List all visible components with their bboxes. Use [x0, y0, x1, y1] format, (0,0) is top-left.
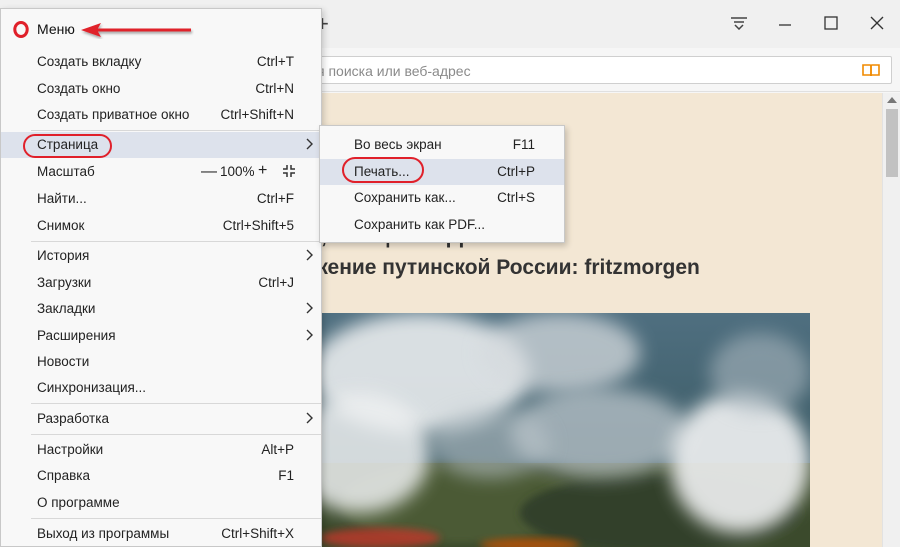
- chevron-right-icon: [306, 249, 313, 261]
- menu-item-shortcut: Ctrl+Shift+N: [220, 107, 294, 122]
- menu-item-label: Загрузки: [37, 275, 92, 290]
- menu-item-history[interactable]: История: [1, 243, 321, 269]
- scroll-up-arrow[interactable]: [887, 97, 897, 103]
- menu-item-find[interactable]: Найти... Ctrl+F: [1, 186, 321, 212]
- menu-item-help[interactable]: Справка F1: [1, 463, 321, 489]
- menu-item-label: Снимок: [37, 218, 85, 233]
- menu-item-label: Новости: [37, 354, 90, 369]
- menu-item-label: О программе: [37, 495, 120, 510]
- menu-item-about[interactable]: О программе: [1, 490, 321, 516]
- submenu-item-shortcut: Ctrl+P: [497, 164, 535, 179]
- menu-item-zoom[interactable]: Масштаб — 100% +: [1, 159, 321, 185]
- menu-item-shortcut: Ctrl+N: [255, 81, 294, 96]
- submenu-item-label: Печать...: [354, 164, 410, 179]
- address-input[interactable]: я поиска или веб-адрес: [300, 56, 892, 84]
- maximize-icon: [824, 16, 838, 30]
- menu-item-extensions[interactable]: Расширения: [1, 323, 321, 349]
- menu-item-exit[interactable]: Выход из программы Ctrl+Shift+X: [1, 521, 321, 547]
- zoom-level: 100%: [220, 164, 255, 179]
- zoom-in-button[interactable]: +: [258, 162, 267, 180]
- submenu-item-label: Сохранить как...: [354, 190, 456, 205]
- menu-item-label: Настройки: [37, 442, 104, 457]
- menu-separator: [31, 241, 321, 242]
- menu-item-news[interactable]: Новости: [1, 349, 321, 375]
- menu-item-sync[interactable]: Синхронизация...: [1, 375, 321, 401]
- menu-item-page[interactable]: Страница: [1, 132, 321, 158]
- minimize-button[interactable]: [765, 8, 805, 38]
- submenu-item-label: Сохранить как PDF...: [354, 217, 485, 232]
- submenu-item-shortcut: Ctrl+S: [497, 190, 535, 205]
- tabs-menu-button[interactable]: [719, 8, 759, 38]
- menu-item-settings[interactable]: Настройки Alt+P: [1, 437, 321, 463]
- menu-item-label: Создать окно: [37, 81, 121, 96]
- menu-item-new-tab[interactable]: Создать вкладку Ctrl+T: [1, 49, 321, 75]
- article-image: [300, 313, 810, 547]
- menu-item-shortcut: F1: [278, 468, 294, 483]
- menu-item-label: Выход из программы: [37, 526, 170, 541]
- submenu-item-save-as-pdf[interactable]: Сохранить как PDF...: [320, 212, 564, 238]
- chevron-right-icon: [306, 412, 313, 424]
- menu-header[interactable]: Меню: [1, 9, 321, 45]
- red-arrow-icon: [81, 23, 191, 37]
- main-menu: Меню Создать вкладку Ctrl+T Создать окно…: [0, 8, 322, 547]
- opera-logo-icon: [13, 21, 29, 38]
- menu-item-label: Создать приватное окно: [37, 107, 190, 122]
- chevron-right-icon: [306, 329, 313, 341]
- close-icon: [870, 16, 884, 30]
- menu-item-label: Синхронизация...: [37, 380, 147, 395]
- menu-item-label: История: [37, 248, 90, 263]
- menu-item-downloads[interactable]: Загрузки Ctrl+J: [1, 270, 321, 296]
- fullscreen-icon[interactable]: [282, 164, 296, 178]
- menu-item-developer[interactable]: Разработка: [1, 406, 321, 432]
- menu-item-shortcut: Alt+P: [261, 442, 294, 457]
- page-submenu: Во весь экран F11 Печать... Ctrl+P Сохра…: [319, 125, 565, 243]
- menu-item-label: Масштаб: [37, 164, 95, 179]
- menu-item-shortcut: Ctrl+Shift+X: [221, 526, 294, 541]
- reader-mode-icon[interactable]: [861, 62, 881, 78]
- address-placeholder: я поиска или веб-адрес: [317, 63, 471, 79]
- menu-separator: [31, 403, 321, 404]
- menu-item-label: Справка: [37, 468, 90, 483]
- submenu-item-print[interactable]: Печать... Ctrl+P: [320, 159, 564, 185]
- menu-item-snapshot[interactable]: Снимок Ctrl+Shift+5: [1, 213, 321, 239]
- menu-item-shortcut: Ctrl+J: [258, 275, 294, 290]
- menu-item-shortcut: Ctrl+F: [256, 191, 294, 206]
- minimize-icon: [779, 24, 791, 26]
- menu-separator: [31, 434, 321, 435]
- menu-item-bookmarks[interactable]: Закладки: [1, 296, 321, 322]
- tabs-menu-icon: [731, 17, 747, 30]
- submenu-item-label: Во весь экран: [354, 137, 442, 152]
- scroll-thumb[interactable]: [886, 109, 898, 177]
- menu-item-label: Создать вкладку: [37, 54, 142, 69]
- chevron-right-icon: [306, 302, 313, 314]
- menu-separator: [31, 130, 321, 131]
- submenu-item-save-as[interactable]: Сохранить как... Ctrl+S: [320, 185, 564, 211]
- menu-item-new-private-window[interactable]: Создать приватное окно Ctrl+Shift+N: [1, 102, 321, 128]
- menu-item-label: Найти...: [37, 191, 87, 206]
- headline-line-2: ижение путинской России: fritzmorgen: [300, 256, 700, 279]
- menu-title: Меню: [37, 21, 75, 37]
- menu-item-shortcut: Ctrl+T: [256, 54, 294, 69]
- close-button[interactable]: [857, 8, 897, 38]
- page-scrollbar[interactable]: [882, 93, 900, 547]
- menu-item-label: Расширения: [37, 328, 116, 343]
- maximize-button[interactable]: [811, 8, 851, 38]
- submenu-item-fullscreen[interactable]: Во весь экран F11: [320, 132, 564, 158]
- menu-item-label: Разработка: [37, 411, 109, 426]
- chevron-right-icon: [306, 138, 313, 150]
- menu-item-new-window[interactable]: Создать окно Ctrl+N: [1, 76, 321, 102]
- menu-separator: [31, 518, 321, 519]
- menu-item-label: Закладки: [37, 301, 96, 316]
- zoom-out-button[interactable]: —: [201, 163, 217, 181]
- submenu-item-shortcut: F11: [512, 137, 535, 152]
- menu-item-shortcut: Ctrl+Shift+5: [222, 218, 294, 233]
- menu-item-label: Страница: [37, 137, 99, 152]
- zoom-controls: — 100% +: [201, 162, 301, 182]
